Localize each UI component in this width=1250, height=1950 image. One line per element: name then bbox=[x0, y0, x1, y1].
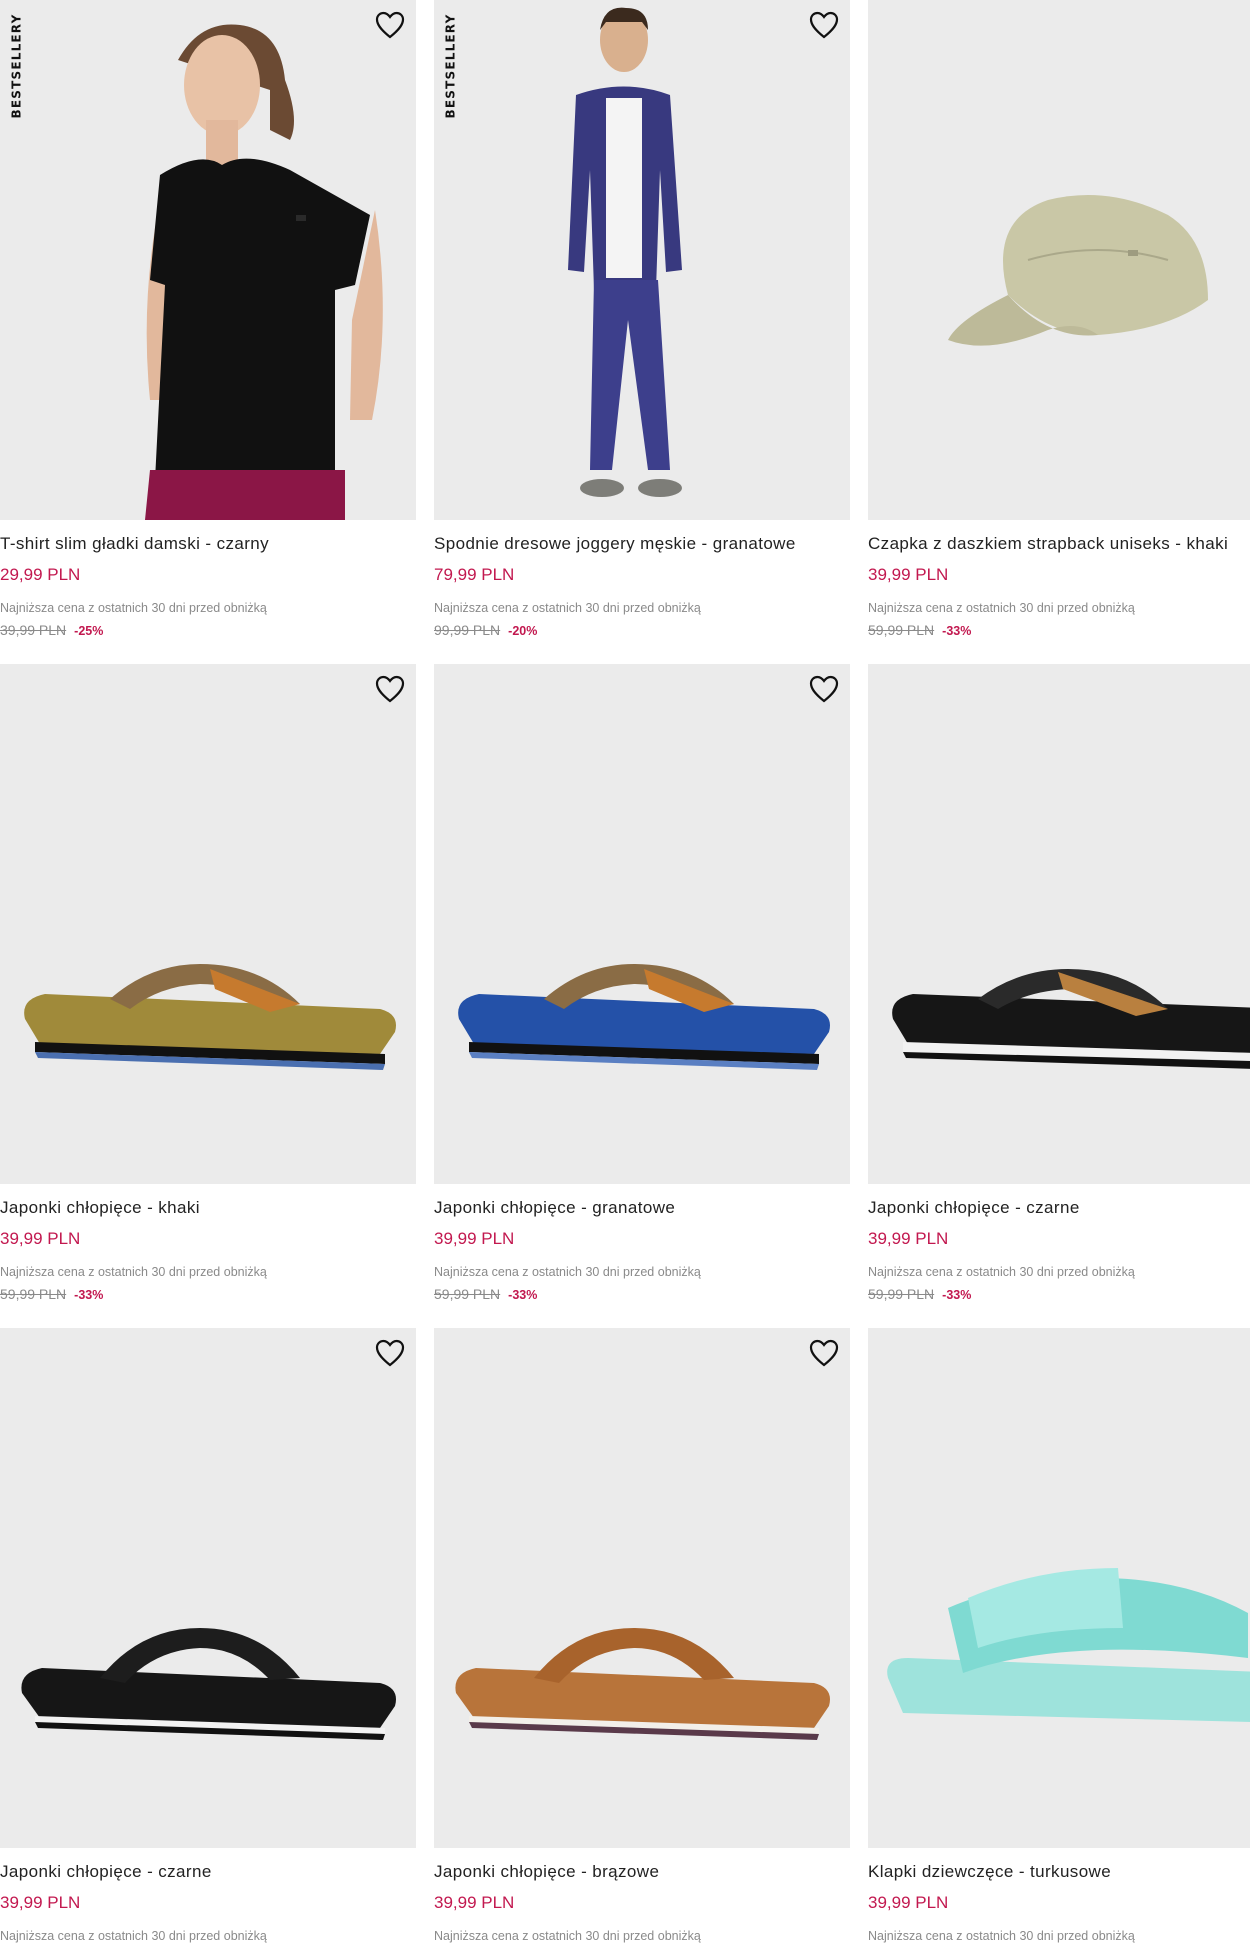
product-photo-slide bbox=[887, 1568, 1250, 1723]
product-image[interactable]: BESTSELLERY bbox=[0, 0, 416, 520]
product-name[interactable]: Japonki chłopięce - czarne bbox=[868, 1198, 1250, 1218]
product-price: 39,99 PLN bbox=[868, 1229, 949, 1248]
product-price: 39,99 PLN bbox=[0, 1893, 81, 1912]
product-name[interactable]: T-shirt slim gładki damski - czarny bbox=[0, 534, 416, 554]
favorite-heart-icon[interactable] bbox=[808, 10, 840, 40]
bestseller-badge: BESTSELLERY bbox=[8, 6, 24, 126]
lowest-price-note: Najniższa cena z ostatnich 30 dni przed … bbox=[0, 1929, 267, 1943]
discount-badge: -33% bbox=[942, 624, 972, 638]
product-photo-flipflop bbox=[892, 969, 1250, 1069]
favorite-heart-icon[interactable] bbox=[808, 1338, 840, 1368]
favorite-heart-icon[interactable] bbox=[808, 674, 840, 704]
product-name[interactable]: Japonki chłopięce - khaki bbox=[0, 1198, 416, 1218]
product-name[interactable]: Klapki dziewczęce - turkusowe bbox=[868, 1862, 1250, 1882]
favorite-heart-icon[interactable] bbox=[374, 1338, 406, 1368]
product-photo-flipflop bbox=[455, 1628, 830, 1740]
badge-label: BESTSELLERY bbox=[9, 13, 24, 119]
product-name[interactable]: Japonki chłopięce - czarne bbox=[0, 1862, 416, 1882]
product-image[interactable] bbox=[868, 0, 1250, 520]
product-grid: BESTSELLERY T-shirt slim gładki damski -… bbox=[0, 0, 1250, 1950]
product-image[interactable] bbox=[0, 664, 416, 1184]
product-photo-tracksuit bbox=[568, 7, 682, 497]
old-price: 59,99 PLN bbox=[434, 1286, 501, 1302]
favorite-heart-icon[interactable] bbox=[374, 674, 406, 704]
product-image[interactable] bbox=[868, 1328, 1250, 1848]
old-price: 39,99 PLN bbox=[0, 622, 67, 638]
discount-badge: -20% bbox=[508, 624, 538, 638]
product-price: 29,99 PLN bbox=[0, 565, 81, 584]
old-price-row: 59,99 PLN -33% bbox=[868, 622, 971, 640]
old-price: 59,99 PLN bbox=[0, 1286, 67, 1302]
product-name[interactable]: Czapka z daszkiem strapback uniseks - kh… bbox=[868, 534, 1250, 554]
bestseller-badge: BESTSELLERY bbox=[442, 6, 458, 126]
lowest-price-note: Najniższa cena z ostatnich 30 dni przed … bbox=[868, 1929, 1135, 1943]
product-price: 79,99 PLN bbox=[434, 565, 515, 584]
old-price-row: 59,99 PLN -33% bbox=[0, 1286, 103, 1304]
old-price: 59,99 PLN bbox=[868, 1286, 935, 1302]
product-price: 39,99 PLN bbox=[434, 1893, 515, 1912]
product-photo-tshirt bbox=[145, 24, 383, 520]
product-name[interactable]: Japonki chłopięce - granatowe bbox=[434, 1198, 850, 1218]
badge-label: BESTSELLERY bbox=[443, 13, 458, 119]
old-price-row: 39,99 PLN -25% bbox=[0, 622, 103, 640]
product-price: 39,99 PLN bbox=[868, 1893, 949, 1912]
product-photo-flipflop bbox=[21, 1628, 397, 1740]
product-price: 39,99 PLN bbox=[0, 1229, 81, 1248]
product-price: 39,99 PLN bbox=[434, 1229, 515, 1248]
discount-badge: -33% bbox=[74, 1288, 104, 1302]
product-image[interactable] bbox=[868, 664, 1250, 1184]
product-image[interactable] bbox=[0, 1328, 416, 1848]
product-image[interactable]: BESTSELLERY bbox=[434, 0, 850, 520]
product-price: 39,99 PLN bbox=[868, 565, 949, 584]
product-image[interactable] bbox=[434, 664, 850, 1184]
product-photo-flipflop bbox=[24, 964, 397, 1070]
old-price-row: 99,99 PLN -20% bbox=[434, 622, 537, 640]
favorite-heart-icon[interactable] bbox=[374, 10, 406, 40]
lowest-price-note: Najniższa cena z ostatnich 30 dni przed … bbox=[434, 601, 701, 615]
discount-badge: -25% bbox=[74, 624, 104, 638]
product-name[interactable]: Spodnie dresowe joggery męskie - granato… bbox=[434, 534, 850, 554]
product-photo-cap bbox=[948, 195, 1208, 346]
product-image[interactable] bbox=[434, 1328, 850, 1848]
old-price: 59,99 PLN bbox=[868, 622, 935, 638]
discount-badge: -33% bbox=[508, 1288, 538, 1302]
lowest-price-note: Najniższa cena z ostatnich 30 dni przed … bbox=[0, 1265, 267, 1279]
lowest-price-note: Najniższa cena z ostatnich 30 dni przed … bbox=[868, 601, 1135, 615]
discount-badge: -33% bbox=[942, 1288, 972, 1302]
old-price-row: 59,99 PLN -33% bbox=[868, 1286, 971, 1304]
old-price: 99,99 PLN bbox=[434, 622, 501, 638]
product-name[interactable]: Japonki chłopięce - brązowe bbox=[434, 1862, 850, 1882]
lowest-price-note: Najniższa cena z ostatnich 30 dni przed … bbox=[434, 1265, 701, 1279]
old-price-row: 59,99 PLN -33% bbox=[434, 1286, 537, 1304]
lowest-price-note: Najniższa cena z ostatnich 30 dni przed … bbox=[434, 1929, 701, 1943]
lowest-price-note: Najniższa cena z ostatnich 30 dni przed … bbox=[868, 1265, 1135, 1279]
lowest-price-note: Najniższa cena z ostatnich 30 dni przed … bbox=[0, 601, 267, 615]
product-photo-flipflop bbox=[458, 964, 830, 1070]
